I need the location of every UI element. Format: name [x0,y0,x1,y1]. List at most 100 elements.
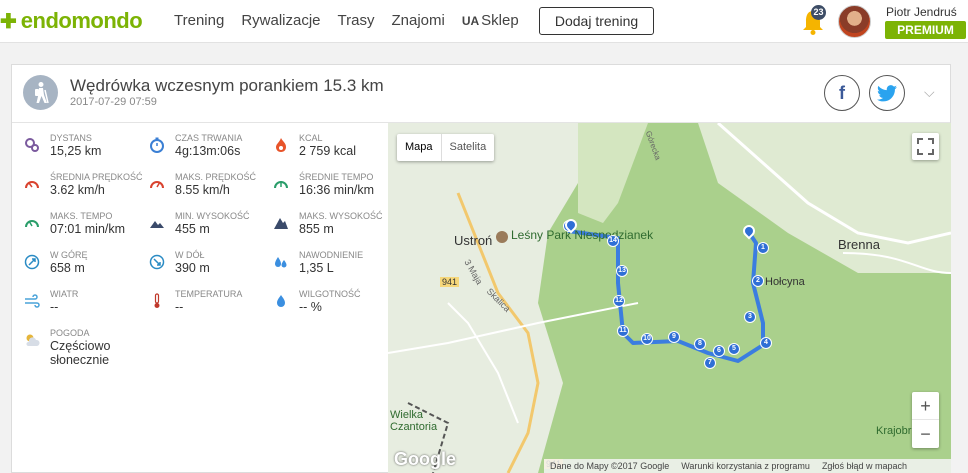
stat-value: 855 m [299,222,334,236]
route-marker[interactable]: 2 [752,275,764,287]
flame-icon [273,137,289,153]
stat-value: -- [50,300,59,314]
fullscreen-button[interactable] [912,133,939,160]
stat-thermometer: TEMPERATURA -- [149,289,274,325]
map-terrain [388,123,951,473]
stat-distance-pin: DYSTANS 15,25 km [24,133,149,169]
distance-pin-icon [24,137,40,153]
add-workout-button[interactable]: Dodaj trening [539,7,654,35]
workout-card: Wędrówka wczesnym porankiem 15.3 km 2017… [11,64,951,473]
map-label-park: Leśny Park Niespodzianek [511,228,654,242]
stat-value: 455 m [175,222,210,236]
stat-humidity: WILGOTNOŚĆ -- % [273,289,398,325]
stat-ascent: W GÓRĘ 658 m [24,250,149,286]
map-report-error-link[interactable]: Zgłoś błąd w mapach [822,459,907,473]
route-marker[interactable]: 10 [641,333,653,345]
stat-value: -- [175,300,184,314]
map-data-credit: Dane do Mapy ©2017 Google [550,461,670,471]
chevron-down-icon[interactable]: ⌵ [924,84,935,101]
humidity-icon [273,293,289,309]
nav-item-trening[interactable]: Trening [174,12,224,29]
stat-label: TEMPERATURA [175,289,243,299]
route-marker[interactable]: 13 [616,265,628,277]
map-label-czantoria: Wielka Czantoria [390,409,438,433]
stat-mountain-min: MIN. WYSOKOŚĆ 455 m [149,211,274,247]
twitter-share-button[interactable] [869,75,905,111]
premium-badge[interactable]: PREMIUM [885,21,966,39]
map-label-brenna: Brenna [838,237,880,252]
stat-value: -- % [299,300,322,314]
user-name[interactable]: Piotr Jendruś [886,5,957,19]
stat-label: NAWODNIENIE [299,250,364,260]
endomondo-logo[interactable]: ✚ endomondo [0,8,143,34]
stat-label: MAKS. TEMPO [50,211,113,221]
stat-value: 4g:13m:06s [175,144,241,158]
workout-stats: DYSTANS 15,25 km CZAS TRWANIA 4g:13m:06s KCA… [12,123,388,473]
park-marker-icon [496,231,508,243]
stat-wind: WIATR -- [24,289,149,325]
nav-item-sklep[interactable]: UA Sklep [462,12,519,29]
stopwatch-icon [149,137,165,153]
speedometer-icon [24,176,40,192]
route-map[interactable]: Ustroń Leśny Park Niespodzianek Brenna H… [388,123,951,473]
map-footer: Dane do Mapy ©2017 Google Warunki korzys… [544,459,951,473]
stat-value: 07:01 min/km [50,222,126,236]
route-marker[interactable]: 6 [713,345,725,357]
stat-value: 658 m [50,261,85,275]
map-type-mapa[interactable]: Mapa [397,134,442,161]
route-marker[interactable]: 8 [694,338,706,350]
map-type-satelita[interactable]: Satelita [442,134,495,161]
workout-header: Wędrówka wczesnym porankiem 15.3 km 2017… [12,65,950,123]
route-marker[interactable]: 1 [757,242,769,254]
notification-count-badge: 23 [811,5,826,20]
stat-label: CZAS TRWANIA [175,133,243,143]
zoom-in-button[interactable]: + [912,392,939,420]
nav-item-trasy[interactable]: Trasy [338,12,375,29]
stat-label: DYSTANS [50,133,92,143]
stat-value: 3.62 km/h [50,183,105,197]
route-marker[interactable]: 7 [704,357,716,369]
hiking-icon [23,75,58,110]
ascent-icon [24,254,40,270]
stat-speedometer: ŚREDNIA PRĘDKOŚĆ 3.62 km/h [24,172,149,208]
stat-water-drops: NAWODNIENIE 1,35 L [273,250,398,286]
stat-stopwatch: CZAS TRWANIA 4g:13m:06s [149,133,274,169]
water-drops-icon [273,254,289,270]
stat-label: ŚREDNIE TEMPO [299,172,374,182]
mountain-max-icon [273,215,289,231]
brand-wordmark: endomondo [20,8,143,33]
route-marker[interactable]: 3 [744,311,756,323]
stat-label: POGODA [50,328,90,338]
route-marker[interactable]: 12 [613,295,625,307]
map-type-selector: Mapa Satelita [397,134,495,161]
speedometer-max-icon [149,176,165,192]
nav-item-rywalizacje[interactable]: Rywalizacje [241,12,320,29]
route-marker[interactable]: 4 [760,337,772,349]
stat-value: 390 m [175,261,210,275]
stat-label: MAKS. WYSOKOŚĆ [299,211,383,221]
nav-item-znajomi[interactable]: Znajomi [391,12,444,29]
map-terms-link[interactable]: Warunki korzystania z programu [681,459,810,473]
stat-value: 1,35 L [299,261,334,275]
stat-value: Częściowo słonecznie [50,339,111,367]
facebook-icon: f [839,82,845,103]
google-logo: Google [394,449,456,469]
stat-label: KCAL [299,133,323,143]
nav-item-sklep-label: Sklep [481,12,519,29]
stat-value: 8.55 km/h [175,183,230,197]
workout-title: Wędrówka wczesnym porankiem 15.3 km [70,76,384,95]
stat-value: 2 759 kcal [299,144,356,158]
facebook-share-button[interactable]: f [824,75,860,111]
pace-max-icon [24,215,40,231]
avatar[interactable] [838,5,871,38]
stat-partly-sunny: POGODA Częściowo słonecznie [24,328,149,367]
thermometer-icon [149,293,165,309]
route-marker[interactable]: 14 [607,235,619,247]
route-marker[interactable]: 5 [728,343,740,355]
route-marker[interactable]: 11 [617,325,629,337]
descent-icon [149,254,165,270]
route-marker[interactable]: 9 [668,331,680,343]
zoom-out-button[interactable]: − [912,420,939,448]
stat-value: 15,25 km [50,144,102,158]
wind-icon [24,293,40,309]
